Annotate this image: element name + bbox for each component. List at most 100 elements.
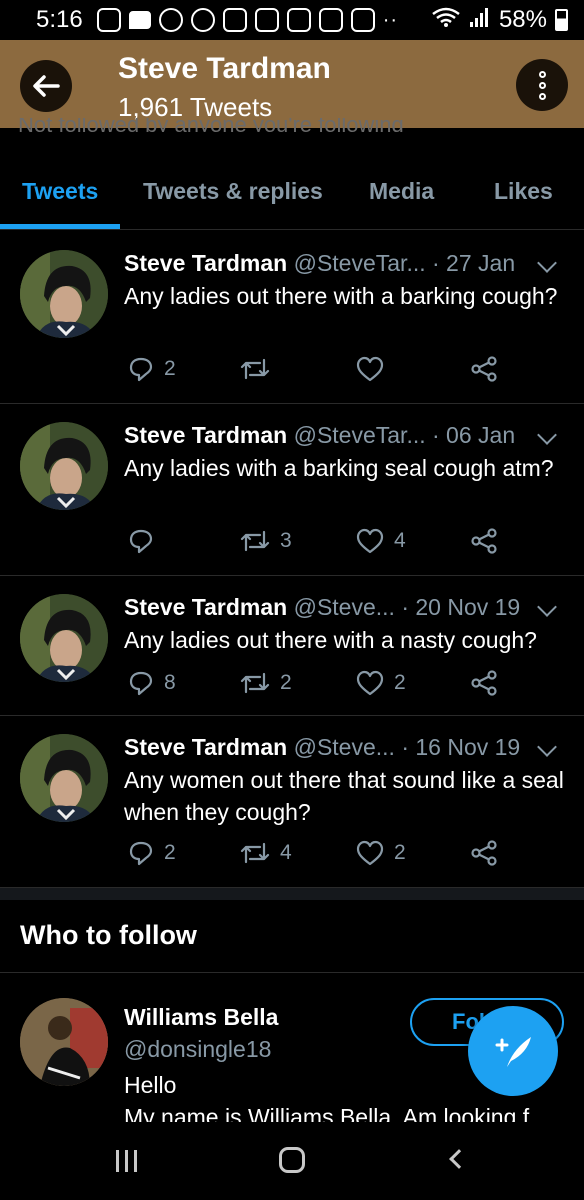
reply-count: 2 (164, 357, 176, 380)
retweet-icon (240, 670, 270, 696)
android-nav-bar (0, 1122, 584, 1200)
tweet-author-handle: @Steve... (293, 594, 395, 620)
profile-name: Steve Tardman (118, 52, 331, 85)
share-button[interactable] (470, 670, 498, 696)
suggested-user-bio-line2: My name is Williams Bella. Am looking f (124, 1104, 530, 1122)
who-to-follow-title: Who to follow (20, 920, 197, 950)
tweet-author-avatar[interactable] (20, 422, 108, 510)
tweet-author-name[interactable]: Steve Tardman (124, 594, 287, 620)
reply-button[interactable] (128, 528, 164, 554)
compose-tweet-button[interactable] (468, 1006, 558, 1096)
tweet-menu-chevron-icon[interactable] (537, 597, 557, 617)
tweet-author-name[interactable]: Steve Tardman (124, 422, 287, 448)
reply-icon (128, 670, 154, 696)
voicemail-icon (158, 8, 183, 32)
share-button[interactable] (470, 528, 498, 554)
reply-button[interactable]: 2 (128, 356, 176, 382)
tweet-menu-chevron-icon[interactable] (537, 253, 557, 273)
retweet-count: 4 (280, 841, 292, 864)
status-right: 58% (431, 6, 568, 35)
profile-header: Steve Tardman 1,961 Tweets (0, 40, 584, 128)
tweet-text: Any ladies out there with a barking coug… (124, 283, 558, 309)
battery-icon (555, 9, 568, 31)
reply-icon (128, 840, 154, 866)
like-button[interactable]: 2 (356, 840, 406, 866)
tweet-actions: 3 4 (124, 528, 564, 558)
app-icon (190, 8, 215, 32)
more-dot-icon (538, 70, 546, 78)
tweet-text: Any ladies with a barking seal cough atm… (124, 455, 554, 481)
section-divider (0, 888, 584, 900)
heart-icon (356, 528, 384, 554)
reply-button[interactable]: 8 (128, 670, 176, 696)
like-button[interactable]: 2 (356, 670, 406, 696)
tweet[interactable]: Steve Tardman @SteveTar... · 27 Jan Any … (0, 230, 584, 404)
home-button[interactable] (279, 1147, 305, 1173)
tweet-author-avatar[interactable] (20, 734, 108, 822)
tweet-header: Steve Tardman @Steve... · 20 Nov 19 (124, 594, 520, 621)
gmail-icon (254, 8, 279, 32)
tab-tweets[interactable]: Tweets (22, 178, 98, 205)
tweet-date: · 20 Nov 19 (401, 594, 521, 620)
like-count: 4 (394, 529, 406, 552)
instagram-icon-2 (222, 8, 247, 32)
tab-tweets-replies[interactable]: Tweets & replies (143, 178, 323, 205)
tweet-author-name[interactable]: Steve Tardman (124, 734, 287, 760)
more-options-button[interactable] (516, 59, 568, 111)
message-icon (128, 11, 151, 29)
like-button[interactable]: 4 (356, 528, 406, 554)
wifi-icon (431, 6, 461, 34)
tab-media[interactable]: Media (369, 178, 434, 205)
tweet[interactable]: Steve Tardman @Steve... · 16 Nov 19 Any … (0, 716, 584, 888)
tweet-author-name[interactable]: Steve Tardman (124, 250, 287, 276)
share-button[interactable] (470, 356, 498, 382)
back-button[interactable] (20, 60, 72, 112)
tab-likes[interactable]: Likes (494, 178, 553, 205)
suggested-user-avatar[interactable] (20, 998, 108, 1086)
tweet-text: Any women out there that sound like a se… (124, 767, 564, 825)
tweet[interactable]: Steve Tardman @Steve... · 20 Nov 19 Any … (0, 576, 584, 716)
instagram-icon-3 (286, 8, 311, 32)
recent-apps-button[interactable] (116, 1150, 137, 1172)
tweet-menu-chevron-icon[interactable] (537, 737, 557, 757)
tweet-text: Any ladies out there with a nasty cough? (124, 627, 537, 653)
retweet-button[interactable]: 2 (240, 670, 292, 696)
share-icon (470, 840, 498, 866)
tweet-menu-chevron-icon[interactable] (537, 425, 557, 445)
tweet-header: Steve Tardman @Steve... · 16 Nov 19 (124, 734, 520, 761)
followed-by-text: Not followed by anyone you're following (18, 118, 404, 132)
tweet-header: Steve Tardman @SteveTar... · 06 Jan (124, 422, 515, 449)
tweet-actions: 2 4 2 (124, 840, 564, 870)
tweet-date: · 16 Nov 19 (401, 734, 521, 760)
tweet-actions: 2 (124, 356, 564, 386)
heart-icon (356, 670, 384, 696)
retweet-icon (240, 356, 270, 382)
signal-icon (469, 6, 491, 35)
tweet-author-handle: @SteveTar... (293, 250, 426, 276)
more-dot-icon (538, 81, 546, 89)
reply-count: 2 (164, 841, 176, 864)
retweet-button[interactable]: 4 (240, 840, 292, 866)
like-count: 2 (394, 841, 406, 864)
tweet[interactable]: Steve Tardman @SteveTar... · 06 Jan Any … (0, 404, 584, 576)
tweet-author-handle: @Steve... (293, 734, 395, 760)
retweet-icon (240, 840, 270, 866)
reply-count: 8 (164, 671, 176, 694)
retweet-button[interactable] (240, 356, 280, 382)
divider (0, 972, 584, 973)
retweet-button[interactable]: 3 (240, 528, 292, 554)
instagram-icon (96, 8, 121, 32)
share-button[interactable] (470, 840, 498, 866)
reply-button[interactable]: 2 (128, 840, 176, 866)
tweet-author-avatar[interactable] (20, 250, 108, 338)
retweet-count: 2 (280, 671, 292, 694)
tweet-author-avatar[interactable] (20, 594, 108, 682)
tweet-author-handle: @SteveTar... (293, 422, 426, 448)
more-dot-icon (538, 92, 546, 100)
back-nav-button[interactable] (449, 1149, 469, 1169)
like-button[interactable] (356, 356, 394, 382)
suggested-user-handle: @donsingle18 (124, 1036, 272, 1062)
suggested-user-name[interactable]: Williams Bella (124, 1004, 278, 1031)
retweet-icon (240, 528, 270, 554)
share-icon (470, 356, 498, 382)
